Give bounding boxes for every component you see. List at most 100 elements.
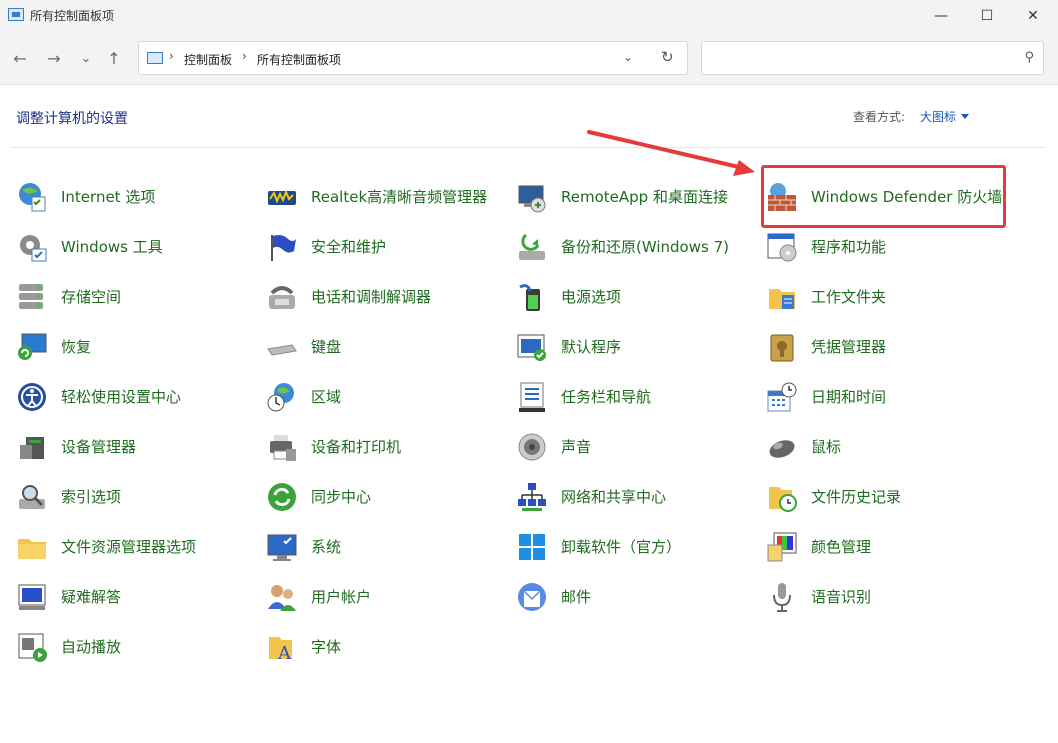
color-management-icon bbox=[767, 532, 797, 562]
control-panel-icon bbox=[8, 8, 24, 21]
item-region[interactable]: 区域 bbox=[266, 377, 506, 417]
item-label: 恢复 bbox=[61, 337, 92, 356]
breadcrumb-separator[interactable]: › bbox=[242, 49, 247, 63]
item-speech-recognition[interactable]: 语音识别 bbox=[766, 577, 1006, 617]
view-by-dropdown[interactable]: 大图标 bbox=[920, 108, 970, 125]
device-manager-icon bbox=[20, 437, 44, 459]
item-sound[interactable]: 声音 bbox=[516, 427, 756, 467]
item-mouse[interactable]: 鼠标 bbox=[766, 427, 1006, 467]
mail-icon bbox=[518, 583, 546, 611]
item-label: 程序和功能 bbox=[811, 237, 887, 256]
item-phone-modem[interactable]: 电话和调制解调器 bbox=[266, 277, 506, 317]
sync-icon bbox=[268, 483, 296, 511]
breadcrumb-all-items[interactable]: 所有控制面板项 bbox=[257, 51, 341, 68]
item-mail[interactable]: 邮件 bbox=[516, 577, 756, 617]
item-label: 工作文件夹 bbox=[811, 287, 887, 306]
search-input[interactable] bbox=[710, 49, 1014, 65]
item-label: 电源选项 bbox=[561, 287, 622, 306]
item-power-options[interactable]: 电源选项 bbox=[516, 277, 756, 317]
system-icon bbox=[267, 534, 297, 561]
item-recovery[interactable]: 恢复 bbox=[16, 327, 256, 367]
work-folders-icon bbox=[769, 289, 795, 309]
item-user-accounts[interactable]: 用户帐户 bbox=[266, 577, 506, 617]
item-default-programs[interactable]: 默认程序 bbox=[516, 327, 756, 367]
windows-logo-icon bbox=[519, 534, 545, 560]
item-fonts[interactable]: A 字体 bbox=[266, 627, 506, 667]
minimize-button[interactable]: — bbox=[918, 0, 964, 32]
item-label: 文件历史记录 bbox=[811, 487, 902, 506]
mouse-icon bbox=[769, 440, 795, 458]
fonts-icon: A bbox=[269, 637, 292, 663]
item-label: 索引选项 bbox=[61, 487, 122, 506]
item-label: RemoteApp 和桌面连接 bbox=[561, 187, 728, 206]
item-label: 任务栏和导航 bbox=[561, 387, 652, 406]
item-credential-manager[interactable]: 凭据管理器 bbox=[766, 327, 1006, 367]
realtek-audio-icon bbox=[268, 189, 296, 205]
breadcrumb-separator[interactable]: › bbox=[169, 49, 174, 63]
item-label: 用户帐户 bbox=[311, 587, 372, 606]
item-backup-restore[interactable]: 备份和还原(Windows 7) bbox=[516, 227, 756, 267]
item-label: 备份和还原(Windows 7) bbox=[561, 237, 729, 256]
item-label: 同步中心 bbox=[311, 487, 372, 506]
keyboard-icon bbox=[267, 344, 297, 356]
region-icon bbox=[267, 383, 294, 412]
item-label: 日期和时间 bbox=[811, 387, 887, 406]
item-autoplay[interactable]: 自动播放 bbox=[16, 627, 256, 667]
caret-down-icon bbox=[961, 114, 970, 119]
item-color-management[interactable]: 颜色管理 bbox=[766, 527, 1006, 567]
item-indexing-options[interactable]: 索引选项 bbox=[16, 477, 256, 517]
back-arrow-icon[interactable]: ← bbox=[8, 46, 32, 70]
item-device-manager[interactable]: 设备管理器 bbox=[16, 427, 256, 467]
item-label: 网络和共享中心 bbox=[561, 487, 667, 506]
item-date-time[interactable]: 日期和时间 bbox=[766, 377, 1006, 417]
windows-tools-icon bbox=[20, 235, 47, 262]
item-label: 设备和打印机 bbox=[311, 437, 402, 456]
item-label: Realtek高清晰音频管理器 bbox=[311, 187, 488, 206]
troubleshooting-icon bbox=[18, 584, 46, 610]
item-sync-center[interactable]: 同步中心 bbox=[266, 477, 506, 517]
item-network-sharing[interactable]: 网络和共享中心 bbox=[516, 477, 756, 517]
backup-icon bbox=[519, 233, 545, 260]
item-security-maintenance[interactable]: 安全和维护 bbox=[266, 227, 506, 267]
item-taskbar-navigation[interactable]: 任务栏和导航 bbox=[516, 377, 756, 417]
item-programs-features[interactable]: 程序和功能 bbox=[766, 227, 1006, 267]
navigation-toolbar: ← → ⌄ ↑ › 控制面板 › 所有控制面板项 ⌄ ↻ ⚲ bbox=[0, 32, 1058, 85]
maximize-button[interactable]: ☐ bbox=[964, 0, 1010, 32]
item-file-explorer-options[interactable]: 文件资源管理器选项 bbox=[16, 527, 256, 567]
recent-locations-icon[interactable]: ⌄ bbox=[74, 46, 98, 70]
item-storage-spaces[interactable]: 存储空间 bbox=[16, 277, 256, 317]
item-file-history[interactable]: 文件历史记录 bbox=[766, 477, 1006, 517]
folder-options-icon bbox=[18, 539, 46, 559]
item-remoteapp[interactable]: RemoteApp 和桌面连接 bbox=[516, 177, 756, 217]
item-realtek-audio[interactable]: Realtek高清晰音频管理器 bbox=[266, 177, 506, 217]
address-dropdown-icon[interactable]: ⌄ bbox=[623, 50, 633, 64]
address-bar[interactable]: › 控制面板 › 所有控制面板项 ⌄ ↻ bbox=[138, 41, 688, 75]
item-label: 区域 bbox=[311, 387, 342, 406]
item-label: 声音 bbox=[561, 437, 592, 456]
item-keyboard[interactable]: 键盘 bbox=[266, 327, 506, 367]
item-work-folders[interactable]: 工作文件夹 bbox=[766, 277, 1006, 317]
item-troubleshooting[interactable]: 疑难解答 bbox=[16, 577, 256, 617]
search-icon[interactable]: ⚲ bbox=[1024, 50, 1034, 65]
refresh-icon[interactable]: ↻ bbox=[661, 48, 674, 66]
item-label: 卸载软件（官方） bbox=[561, 537, 682, 556]
date-time-icon bbox=[767, 382, 797, 412]
item-label: 存储空间 bbox=[61, 287, 122, 306]
item-label: 文件资源管理器选项 bbox=[61, 537, 197, 556]
item-uninstall-software[interactable]: 卸载软件（官方） bbox=[516, 527, 756, 567]
item-internet-options[interactable]: Internet 选项 bbox=[16, 177, 256, 217]
item-devices-printers[interactable]: 设备和打印机 bbox=[266, 427, 506, 467]
taskbar-icon bbox=[519, 382, 545, 412]
forward-arrow-icon[interactable]: → bbox=[42, 46, 66, 70]
item-ease-of-access[interactable]: 轻松使用设置中心 bbox=[16, 377, 256, 417]
recovery-icon bbox=[18, 333, 47, 360]
item-label: Internet 选项 bbox=[61, 187, 156, 206]
item-label: 颜色管理 bbox=[811, 537, 872, 556]
up-arrow-icon[interactable]: ↑ bbox=[102, 46, 126, 70]
close-button[interactable]: ✕ bbox=[1010, 0, 1056, 32]
breadcrumb-control-panel[interactable]: 控制面板 bbox=[184, 51, 232, 68]
item-label: 凭据管理器 bbox=[811, 337, 887, 356]
search-box[interactable]: ⚲ bbox=[701, 41, 1044, 75]
item-system[interactable]: 系统 bbox=[266, 527, 506, 567]
item-windows-tools[interactable]: Windows 工具 bbox=[16, 227, 256, 267]
